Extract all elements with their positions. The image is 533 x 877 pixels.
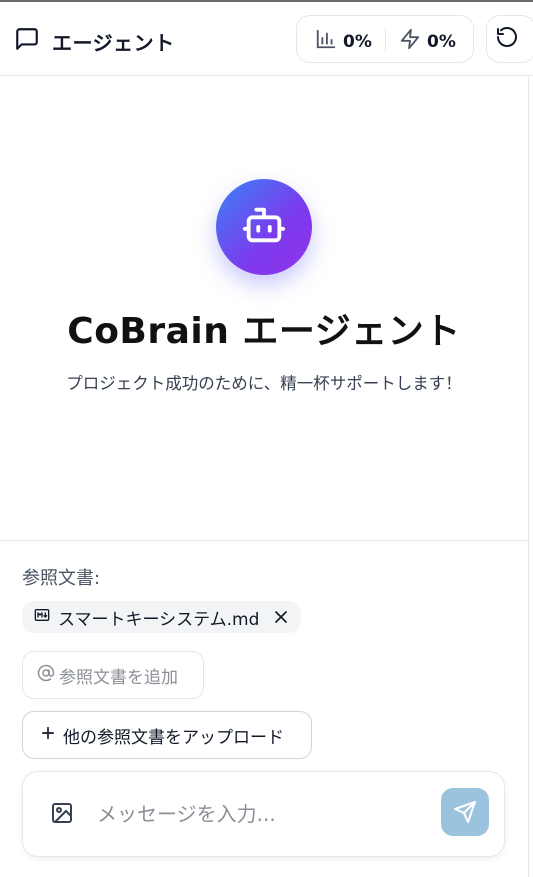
header-bar: エージェント 0% 0% <box>0 2 533 76</box>
lightning-icon <box>399 28 421 55</box>
close-icon <box>275 611 288 623</box>
image-icon <box>52 803 72 823</box>
header-title-group: エージェント <box>14 26 175 56</box>
message-input[interactable] <box>97 798 427 830</box>
page-title: エージェント <box>52 30 175 55</box>
send-icon <box>454 801 476 823</box>
stat-divider <box>385 28 386 52</box>
send-button[interactable] <box>441 788 489 836</box>
stat-energy: 0% <box>399 28 456 55</box>
upload-reference-button[interactable]: 他の参照文書をアップロード <box>22 711 312 759</box>
reset-icon <box>495 25 527 53</box>
attach-image-button[interactable] <box>49 800 75 826</box>
reference-label: 参照文書: <box>22 568 101 589</box>
chat-icon <box>14 26 40 56</box>
plus-icon <box>39 724 57 747</box>
panel-edge <box>528 76 529 877</box>
upload-reference-label: 他の参照文書をアップロード <box>63 727 284 748</box>
stat-energy-value: 0% <box>427 31 456 52</box>
add-reference-label: 参照文書を追加 <box>59 667 178 688</box>
reference-document-chip: スマートキーシステム.md <box>22 601 302 633</box>
robot-icon <box>241 202 287 252</box>
message-composer <box>22 771 505 857</box>
stat-usage: 0% <box>315 28 372 55</box>
remove-document-button[interactable] <box>271 607 291 627</box>
section-divider <box>0 540 528 541</box>
hero-title: CoBrain エージェント <box>67 311 461 352</box>
markdown-icon <box>34 607 50 627</box>
stat-usage-value: 0% <box>343 31 372 52</box>
hero-subtitle: プロジェクト成功のために、精一杯サポートします！ <box>66 374 462 393</box>
reset-button[interactable] <box>486 15 533 63</box>
agent-avatar <box>216 179 312 275</box>
reference-document-name: スマートキーシステム.md <box>58 609 260 630</box>
bar-chart-icon <box>315 28 337 55</box>
usage-stats: 0% 0% <box>296 15 474 63</box>
add-reference-button[interactable]: 参照文書を追加 <box>22 651 204 699</box>
at-sign-icon <box>37 664 55 687</box>
